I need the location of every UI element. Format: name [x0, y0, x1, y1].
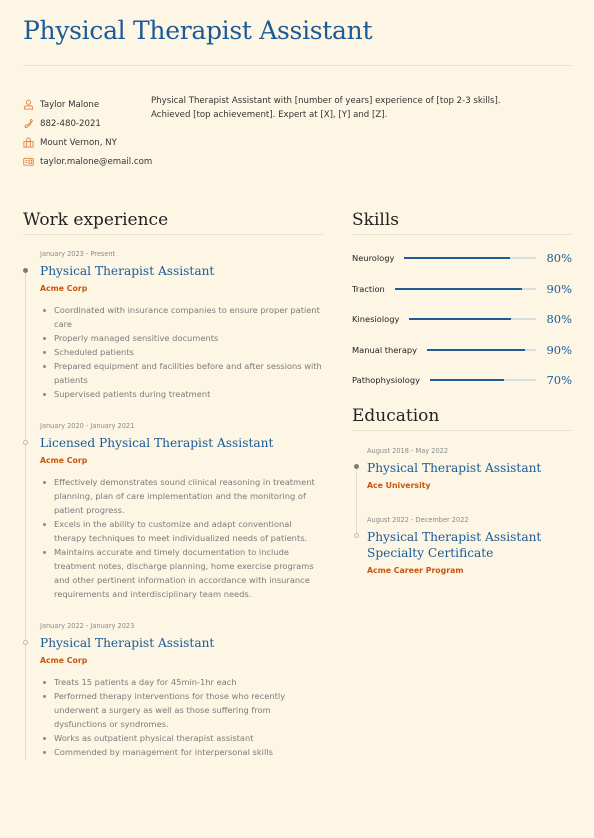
timeline-dot: [23, 440, 28, 445]
location-icon: [23, 137, 34, 148]
skill-bar: [430, 379, 536, 381]
entry-role: Physical Therapist Assistant Specialty C…: [367, 530, 542, 560]
entry-org: Ace University: [367, 481, 431, 490]
timeline-dot-current: [354, 464, 359, 469]
bullet: Maintains accurate and timely documentat…: [40, 545, 325, 601]
skill-bar: [427, 349, 536, 351]
skill-bar-fill: [409, 318, 511, 320]
education-heading: Education: [352, 406, 440, 426]
entry-role: Licensed Physical Therapist Assistant: [40, 436, 274, 450]
skills-heading: Skills: [352, 210, 399, 230]
entry-date: January 2022 - January 2023: [40, 622, 135, 630]
entry-org: Acme Corp: [40, 456, 88, 465]
entry-bullets: Effectively demonstrates sound clinical …: [40, 475, 325, 601]
contact-location-text: Mount Vernon, NY: [40, 137, 117, 148]
skill-bar: [404, 257, 536, 259]
bullet: Scheduled patients: [40, 345, 325, 359]
skill-percent: 90%: [546, 343, 572, 357]
education-divider: [352, 430, 572, 431]
contact-phone-text[interactable]: 882-480-2021: [40, 119, 101, 129]
entry-org: Acme Career Program: [367, 566, 464, 575]
education-entry: August 2022 - December 2022 Physical The…: [367, 516, 572, 578]
bullet: Supervised patients during treatment: [40, 387, 325, 401]
bullet: Commended by management for interpersona…: [40, 745, 325, 759]
skill-name: Traction: [352, 284, 385, 294]
entry-role: Physical Therapist Assistant: [40, 636, 215, 650]
skill-row: Manual therapy 90%: [352, 342, 572, 358]
bullet: Properly managed sensitive documents: [40, 331, 325, 345]
email-icon: [23, 157, 34, 166]
skill-bar: [409, 318, 536, 320]
entry-role: Physical Therapist Assistant: [367, 461, 542, 475]
person-icon: [23, 99, 34, 110]
skill-row: Neurology 80%: [352, 250, 572, 266]
skill-percent: 80%: [546, 251, 572, 265]
entry-date: January 2023 - Present: [40, 250, 116, 258]
contact-location: Mount Vernon, NY: [23, 133, 152, 152]
work-entry: January 2020 - January 2021 Licensed Phy…: [40, 422, 325, 601]
entry-date: August 2018 - May 2022: [367, 447, 449, 455]
skill-bar: [394, 288, 536, 290]
skill-bar-fill: [430, 379, 505, 381]
bullet: Treats 15 patients a day for 45min-1hr e…: [40, 675, 325, 689]
phone-icon: [24, 118, 33, 128]
education-timeline: [356, 466, 357, 536]
entry-date: January 2020 - January 2021: [40, 422, 135, 430]
header-divider: [23, 65, 572, 66]
skill-name: Pathophysiology: [352, 375, 420, 385]
bullet: Works as outpatient physical therapist a…: [40, 731, 325, 745]
skill-row: Pathophysiology 70%: [352, 372, 572, 388]
entry-date: August 2022 - December 2022: [367, 516, 469, 524]
contact-email: taylor.malone@email.com: [23, 152, 152, 171]
skill-row: Traction 90%: [352, 281, 572, 297]
skill-percent: 80%: [546, 312, 572, 326]
entry-org: Acme Corp: [40, 284, 88, 293]
skills-divider: [352, 234, 572, 235]
contact-name-text: Taylor Malone: [40, 99, 100, 110]
work-divider: [23, 234, 323, 235]
contact-phone: 882-480-2021: [23, 114, 152, 133]
skill-name: Manual therapy: [352, 345, 418, 355]
education-entry: August 2018 - May 2022 Physical Therapis…: [367, 447, 572, 493]
skill-name: Kinesiology: [352, 314, 400, 324]
skill-bar-fill: [427, 349, 526, 351]
resume-title: Physical Therapist Assistant: [23, 16, 373, 45]
skill-percent: 70%: [546, 373, 572, 387]
contact-list: Taylor Malone 882-480-2021 Mount Vernon,…: [23, 95, 152, 171]
summary-text: Physical Therapist Assistant with [numbe…: [151, 96, 501, 120]
entry-bullets: Coordinated with insurance companies to …: [40, 303, 325, 401]
work-timeline: [25, 270, 26, 760]
skill-bar-fill: [394, 288, 522, 290]
entry-role: Physical Therapist Assistant: [40, 264, 215, 278]
skill-name: Neurology: [352, 253, 395, 263]
timeline-dot: [23, 640, 28, 645]
bullet: Excels in the ability to customize and a…: [40, 517, 325, 545]
bullet: Performed therapy interventions for thos…: [40, 689, 325, 731]
skill-row: Kinesiology 80%: [352, 311, 572, 327]
entry-org: Acme Corp: [40, 656, 88, 665]
timeline-dot-current: [23, 268, 28, 273]
work-entry: January 2022 - January 2023 Physical The…: [40, 622, 325, 759]
timeline-dot: [354, 533, 359, 538]
work-experience-heading: Work experience: [23, 210, 169, 230]
entry-bullets: Treats 15 patients a day for 45min-1hr e…: [40, 675, 325, 759]
bullet: Coordinated with insurance companies to …: [40, 303, 325, 331]
skill-percent: 90%: [546, 282, 572, 296]
bullet: Prepared equipment and facilities before…: [40, 359, 325, 387]
work-entry: January 2023 - Present Physical Therapis…: [40, 250, 325, 401]
contact-email-text[interactable]: taylor.malone@email.com: [40, 157, 152, 167]
skill-bar-fill: [404, 257, 510, 259]
bullet: Effectively demonstrates sound clinical …: [40, 475, 325, 517]
contact-name: Taylor Malone: [23, 95, 152, 114]
